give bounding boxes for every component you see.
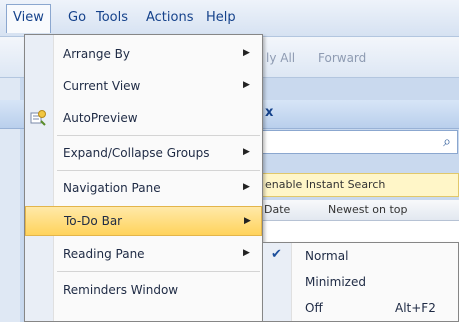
menu-view[interactable]: View [6, 4, 51, 33]
menu-item-current-view[interactable]: Current View ▶ [25, 71, 262, 101]
submenu-item-label: Normal [305, 249, 349, 263]
menu-item-label: Reminders Window [63, 283, 179, 297]
menu-item-reminders-window[interactable]: Reminders Window [25, 275, 262, 305]
menu-actions[interactable]: Actions [146, 10, 194, 25]
column-sort[interactable]: Newest on top [328, 203, 408, 216]
close-icon[interactable]: x [265, 105, 273, 120]
submenu-item-normal[interactable]: ✔ Normal [263, 243, 458, 269]
submenu-item-off[interactable]: Off Alt+F2 [263, 295, 458, 321]
menu-item-autopreview[interactable]: AutoPreview [25, 103, 262, 133]
submenu-item-minimized[interactable]: Minimized [263, 269, 458, 295]
menu-item-arrange-by[interactable]: Arrange By ▶ [25, 39, 262, 69]
menu-item-label: Navigation Pane [63, 181, 161, 195]
menu-item-label: To-Do Bar [64, 214, 123, 228]
submenu-arrow-icon: ▶ [243, 147, 250, 157]
submenu-arrow-icon: ▶ [243, 80, 250, 90]
to-do-bar-submenu: ✔ Normal Minimized Off Alt+F2 [262, 242, 459, 322]
menu-help[interactable]: Help [206, 10, 236, 25]
menu-item-navigation-pane[interactable]: Navigation Pane ▶ [25, 173, 262, 203]
menu-separator [57, 170, 260, 171]
forward-button[interactable]: Forward [318, 51, 366, 65]
checkmark-icon: ✔ [271, 247, 282, 262]
submenu-arrow-icon: ▶ [244, 216, 251, 226]
submenu-item-label: Off [305, 301, 323, 315]
autopreview-icon [30, 110, 46, 126]
menu-tools[interactable]: Tools [96, 10, 128, 25]
search-icon[interactable]: ⌕ [443, 134, 451, 150]
menu-item-expand-collapse-groups[interactable]: Expand/Collapse Groups ▶ [25, 138, 262, 168]
submenu-arrow-icon: ▶ [243, 248, 250, 258]
menu-item-label: Reading Pane [63, 247, 145, 261]
column-date[interactable]: Date [264, 203, 290, 216]
menu-item-to-do-bar[interactable]: To-Do Bar ▶ [25, 206, 262, 236]
menu-bar: View Go Tools Actions Help [0, 0, 459, 37]
reply-all-button[interactable]: ly All [266, 51, 295, 65]
instant-search-banner[interactable]: enable Instant Search [258, 173, 459, 197]
menu-item-reading-pane[interactable]: Reading Pane ▶ [25, 239, 262, 269]
menu-item-label: AutoPreview [63, 111, 138, 125]
column-header: Date Newest on top [258, 200, 459, 221]
menu-item-label: Current View [63, 79, 141, 93]
menu-separator [57, 135, 260, 136]
menu-item-label: Arrange By [63, 47, 130, 61]
search-input[interactable]: ⌕ [258, 130, 458, 154]
submenu-item-label: Minimized [305, 275, 366, 289]
submenu-arrow-icon: ▶ [243, 182, 250, 192]
shortcut-label: Alt+F2 [395, 301, 436, 315]
menu-separator [57, 271, 260, 272]
menu-go[interactable]: Go [68, 10, 86, 25]
menu-item-label: Expand/Collapse Groups [63, 146, 210, 160]
submenu-arrow-icon: ▶ [243, 48, 250, 58]
view-menu: Arrange By ▶ Current View ▶ AutoPreview … [24, 34, 263, 322]
